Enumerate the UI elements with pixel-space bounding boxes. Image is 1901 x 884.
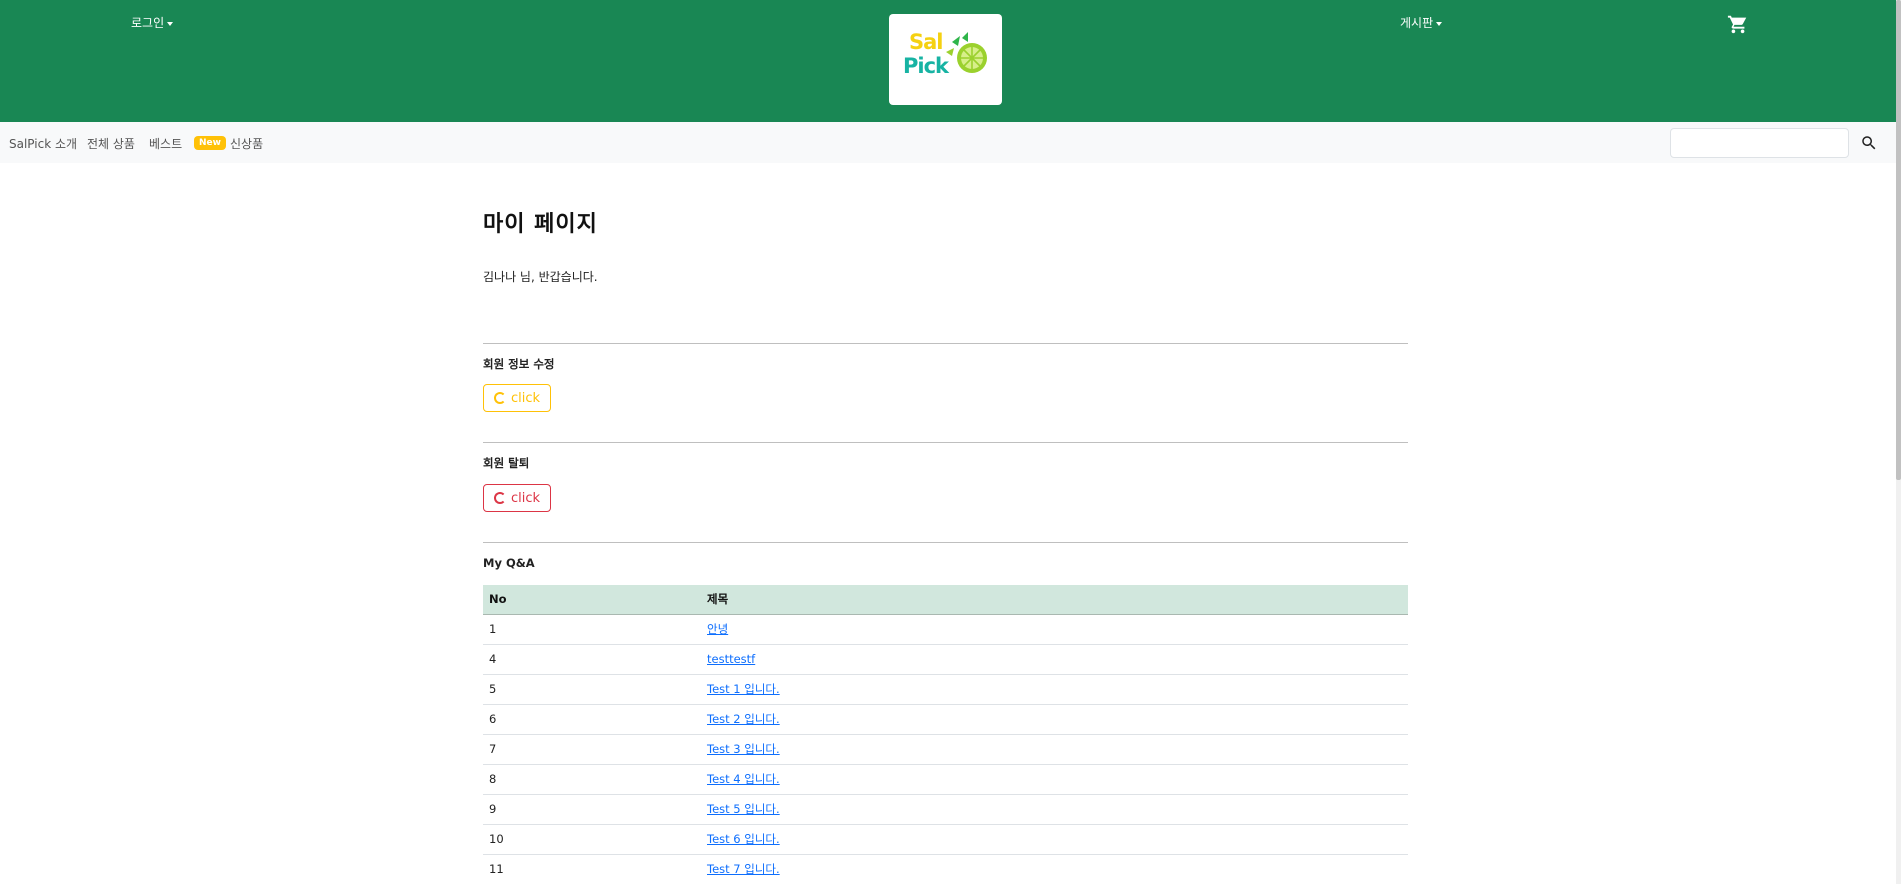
row-title-link[interactable]: Test 2 입니다. — [707, 712, 780, 726]
lime-icon — [946, 32, 987, 73]
my-qa-label: My Q&A — [483, 556, 535, 570]
nav-item-all-products[interactable]: 전체 상품 — [87, 135, 135, 152]
row-title-link[interactable]: 안녕 — [707, 622, 728, 636]
row-no: 6 — [483, 704, 701, 735]
table-header-row: No 제목 — [483, 585, 1408, 615]
table-row: 6 Test 2 입니다. — [483, 704, 1408, 735]
edit-member-button-label: click — [511, 390, 541, 406]
row-title-link[interactable]: Test 5 입니다. — [707, 802, 780, 816]
row-no: 8 — [483, 764, 701, 795]
row-title-link[interactable]: Test 6 입니다. — [707, 832, 780, 846]
qa-table: No 제목 1 안녕 4 testtestf 5 Test 1 입니다. 6 T… — [483, 585, 1408, 884]
board-label: 게시판 — [1400, 16, 1434, 30]
page-title: 마이 페이지 — [483, 211, 598, 237]
nav-item-best[interactable]: 베스트 — [149, 135, 182, 152]
row-title-link[interactable]: Test 4 입니다. — [707, 772, 780, 786]
row-no: 11 — [483, 854, 701, 884]
cart-icon[interactable] — [1727, 13, 1749, 35]
nav-item-about[interactable]: SalPick 소개 — [9, 135, 77, 152]
table-row: 4 testtestf — [483, 644, 1408, 675]
row-title-link[interactable]: Test 3 입니다. — [707, 742, 780, 756]
nav-item-new-products[interactable]: 신상품 — [230, 135, 263, 152]
row-no: 9 — [483, 794, 701, 825]
divider — [483, 442, 1408, 443]
row-no: 1 — [483, 614, 701, 645]
row-no: 4 — [483, 644, 701, 675]
board-dropdown[interactable]: 게시판 — [1400, 14, 1443, 31]
table-row: 9 Test 5 입니다. — [483, 794, 1408, 825]
top-header: 로그인 Sal Pick 게시판 — [0, 0, 1901, 122]
edit-member-label: 회원 정보 수정 — [483, 357, 555, 371]
logo-text-bottom: Pick — [903, 54, 949, 78]
logo-text-top: Sal — [909, 30, 943, 54]
page-scrollbar-thumb[interactable] — [1896, 0, 1901, 480]
chevron-down-icon — [167, 21, 174, 26]
row-title-link[interactable]: Test 1 입니다. — [707, 682, 780, 696]
edit-member-button[interactable]: click — [483, 384, 552, 412]
spinner-icon — [494, 492, 506, 504]
spinner-icon — [494, 392, 506, 404]
table-row: 11 Test 7 입니다. — [483, 854, 1408, 884]
table-row: 5 Test 1 입니다. — [483, 674, 1408, 705]
table-row: 7 Test 3 입니다. — [483, 734, 1408, 765]
table-row: 1 안녕 — [483, 614, 1408, 645]
sub-navigation: SalPick 소개 전체 상품 베스트 New 신상품 — [0, 122, 1901, 163]
search-input[interactable] — [1670, 128, 1849, 158]
row-no: 5 — [483, 674, 701, 705]
chevron-down-icon — [1436, 21, 1443, 26]
salpick-logo[interactable]: Sal Pick — [889, 14, 1002, 105]
greeting-text: 김나나 님, 반갑습니다. — [483, 270, 598, 284]
search-icon[interactable] — [1860, 134, 1878, 152]
row-no: 10 — [483, 824, 701, 855]
column-header-no: No — [483, 585, 701, 615]
row-no: 7 — [483, 734, 701, 765]
login-label: 로그인 — [131, 16, 165, 30]
table-row: 8 Test 4 입니다. — [483, 764, 1408, 795]
divider — [483, 542, 1408, 543]
withdraw-label: 회원 탈퇴 — [483, 456, 530, 470]
column-header-title: 제목 — [701, 585, 1408, 615]
login-dropdown[interactable]: 로그인 — [131, 14, 174, 31]
row-title-link[interactable]: Test 7 입니다. — [707, 862, 780, 876]
withdraw-button-label: click — [511, 490, 541, 506]
row-title-link[interactable]: testtestf — [707, 652, 755, 666]
new-badge: New — [194, 136, 226, 150]
divider — [483, 343, 1408, 344]
table-row: 10 Test 6 입니다. — [483, 824, 1408, 855]
withdraw-button[interactable]: click — [483, 484, 552, 512]
